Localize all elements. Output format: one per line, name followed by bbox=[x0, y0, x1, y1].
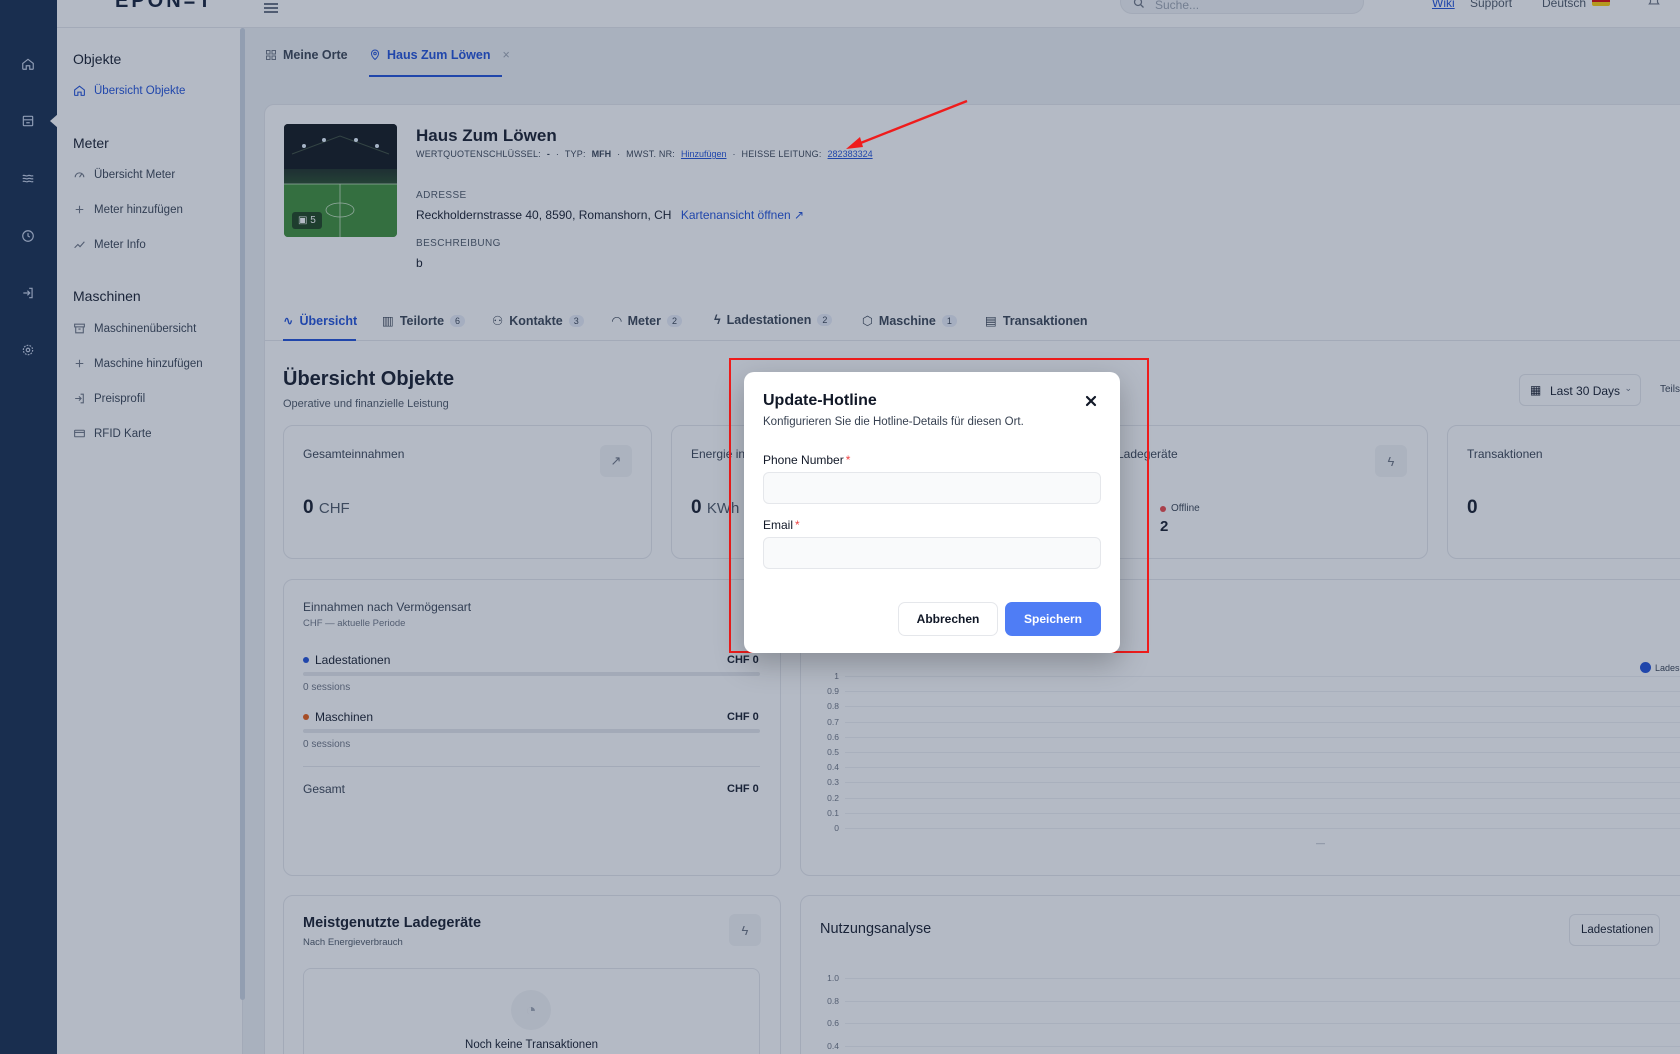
cancel-button[interactable]: Abbrechen bbox=[898, 602, 998, 636]
modal-title: Update-Hotline bbox=[763, 392, 877, 409]
modal-description: Konfigurieren Sie die Hotline-Details fü… bbox=[763, 416, 1024, 428]
email-label: Email * bbox=[763, 518, 800, 532]
phone-label: Phone Number * bbox=[763, 453, 851, 467]
phone-number-input[interactable] bbox=[763, 472, 1101, 504]
update-hotline-modal: Update-Hotline Konfigurieren Sie die Hot… bbox=[744, 372, 1120, 653]
email-input[interactable] bbox=[763, 537, 1101, 569]
close-icon[interactable] bbox=[1084, 394, 1100, 410]
save-button[interactable]: Speichern bbox=[1005, 602, 1101, 636]
